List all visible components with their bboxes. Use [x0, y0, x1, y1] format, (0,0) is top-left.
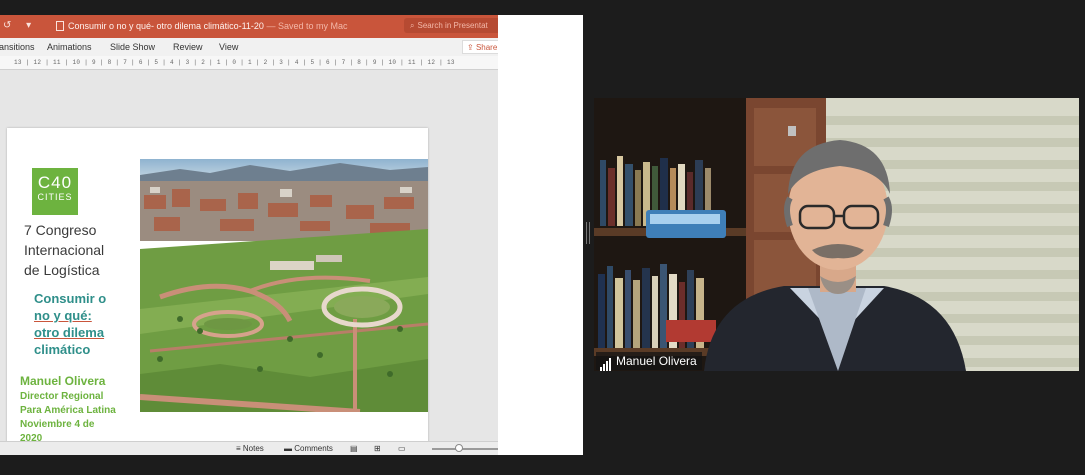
horizontal-ruler[interactable]: 13 | 12 | 11 | 10 | 9 | 8 | 7 | 6 | 5 | …	[0, 56, 498, 70]
share-button[interactable]: ⇪ Share	[462, 40, 498, 54]
author-details: Director Regional Para América Latina No…	[20, 391, 116, 441]
document-icon	[56, 21, 64, 31]
normal-view-icon[interactable]: ▤	[350, 444, 358, 453]
tab-transitions[interactable]: ansitions	[0, 42, 35, 52]
tab-slide-show[interactable]: Slide Show	[110, 42, 155, 52]
powerpoint-window: ↺ ▾ Consumir o no y qué- otro dilema cli…	[0, 15, 498, 455]
notes-icon: ≡	[236, 444, 241, 453]
slide[interactable]: C40 CITIES 7 Congreso Internacional de L…	[7, 128, 428, 441]
comment-icon: ▬	[284, 444, 292, 453]
comments-button[interactable]: ▬ Comments	[284, 444, 333, 453]
reading-view-icon[interactable]: ▭	[398, 444, 406, 453]
signal-strength-icon	[600, 353, 612, 371]
share-icon: ⇪	[467, 43, 474, 52]
screen-share-area: ↺ ▾ Consumir o no y qué- otro dilema cli…	[0, 15, 583, 455]
author-name: Manuel Olivera	[20, 374, 106, 388]
ribbon-tabs: ansitions Animations Slide Show Review V…	[0, 38, 498, 56]
slide-canvas[interactable]: C40 CITIES 7 Congreso Internacional de L…	[0, 71, 498, 441]
park-aerial-photo	[140, 159, 428, 412]
tab-review[interactable]: Review	[173, 42, 203, 52]
zoom-slider[interactable]	[432, 448, 498, 450]
tab-view[interactable]: View	[219, 42, 238, 52]
document-title: Consumir o no y qué- otro dilema climáti…	[68, 21, 348, 31]
congress-title: 7 Congreso Internacional de Logística	[24, 222, 105, 278]
search-field[interactable]: ⌕ Search in Presentat	[404, 18, 498, 33]
participant-video[interactable]	[594, 98, 1079, 371]
zoom-slider-thumb[interactable]	[455, 444, 463, 452]
video-frame	[594, 98, 1079, 371]
quick-access-icons[interactable]: ↺ ▾	[3, 20, 37, 31]
talk-topic: Consumir o no y qué: otro dilema climáti…	[34, 291, 107, 357]
title-bar: ↺ ▾ Consumir o no y qué- otro dilema cli…	[0, 15, 498, 38]
notes-button[interactable]: ≡ Notes	[236, 444, 264, 453]
tab-animations[interactable]: Animations	[47, 42, 92, 52]
slide-sorter-icon[interactable]: ⊞	[374, 444, 381, 453]
status-bar: ≡ Notes ▬ Comments ▤ ⊞ ▭	[0, 441, 498, 455]
c40-logo: C40 CITIES	[32, 168, 78, 215]
search-icon: ⌕	[410, 21, 415, 30]
participant-name-tag: Manuel Olivera	[596, 352, 702, 371]
split-view-handle[interactable]	[586, 222, 590, 244]
